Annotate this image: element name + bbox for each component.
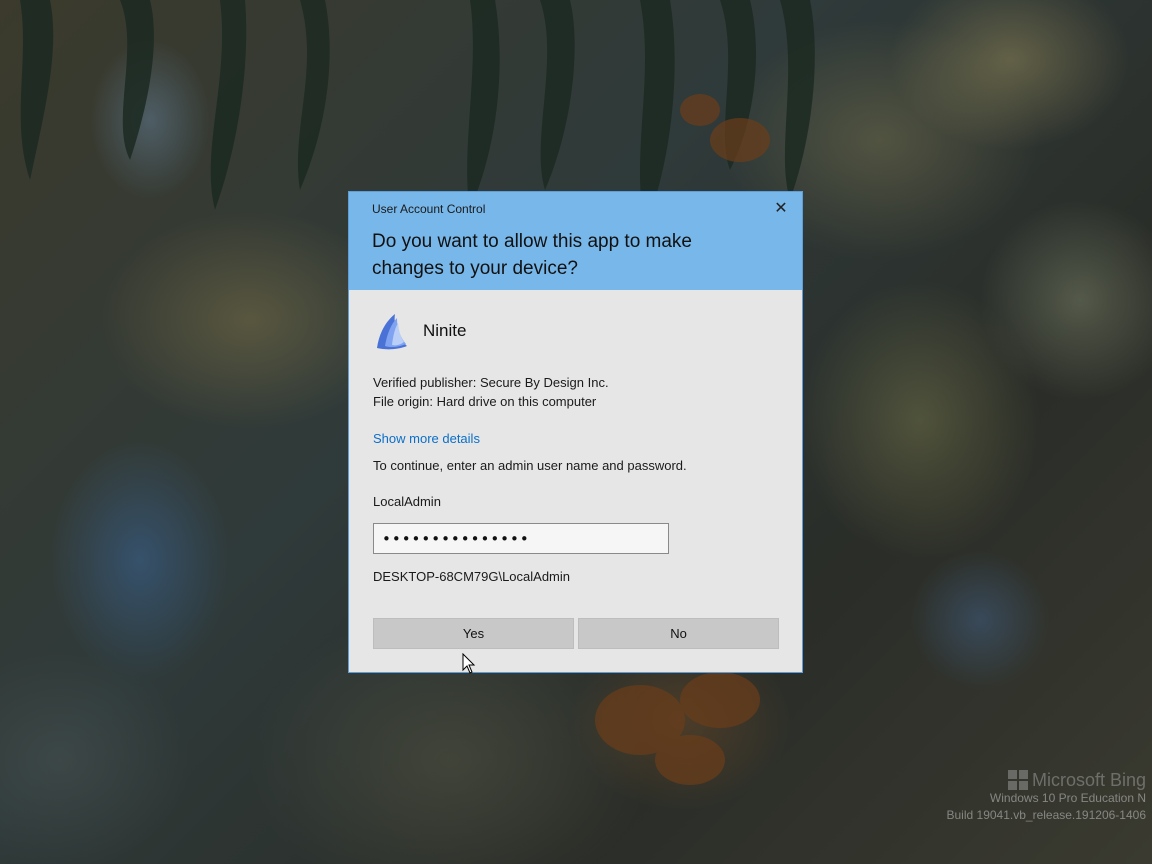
show-more-details-link[interactable]: Show more details — [373, 431, 480, 446]
bing-logo: Microsoft Bing — [947, 769, 1146, 790]
close-icon[interactable]: ✕ — [770, 199, 792, 219]
no-button[interactable]: No — [578, 618, 779, 649]
publisher-info: Verified publisher: Secure By Design Inc… — [373, 373, 609, 411]
desktop-watermark: Microsoft Bing Windows 10 Pro Education … — [946, 769, 1147, 824]
dialog-question: Do you want to allow this app to make ch… — [372, 231, 693, 279]
windows-edition: Windows 10 Pro Education N — [989, 791, 1146, 805]
bing-logo-text: Microsoft Bing — [1031, 769, 1146, 790]
username-label: LocalAdmin — [373, 494, 441, 509]
verified-publisher: Verified publisher: Secure By Design Inc… — [373, 375, 609, 390]
windows-logo-icon — [1007, 770, 1028, 790]
app-name: Ninite — [423, 321, 467, 340]
yes-button[interactable]: Yes — [373, 618, 574, 649]
app-row: Ninite — [373, 312, 466, 350]
ninite-icon — [377, 314, 407, 350]
mouse-cursor-icon — [462, 653, 476, 674]
credential-instruction: To continue, enter an admin user name an… — [373, 458, 687, 473]
domain-user-label: DESKTOP-68CM79G\LocalAdmin — [373, 569, 571, 584]
password-field[interactable] — [373, 523, 669, 554]
dialog-caption: User Account Control — [372, 202, 486, 216]
dialog-header: User Account Control ✕ Do you want to al… — [349, 192, 802, 290]
windows-build: Build 19041.vb_release.191206-1406 — [946, 808, 1147, 822]
uac-dialog: User Account Control ✕ Do you want to al… — [348, 191, 803, 673]
file-origin: File origin: Hard drive on this computer — [373, 394, 597, 409]
